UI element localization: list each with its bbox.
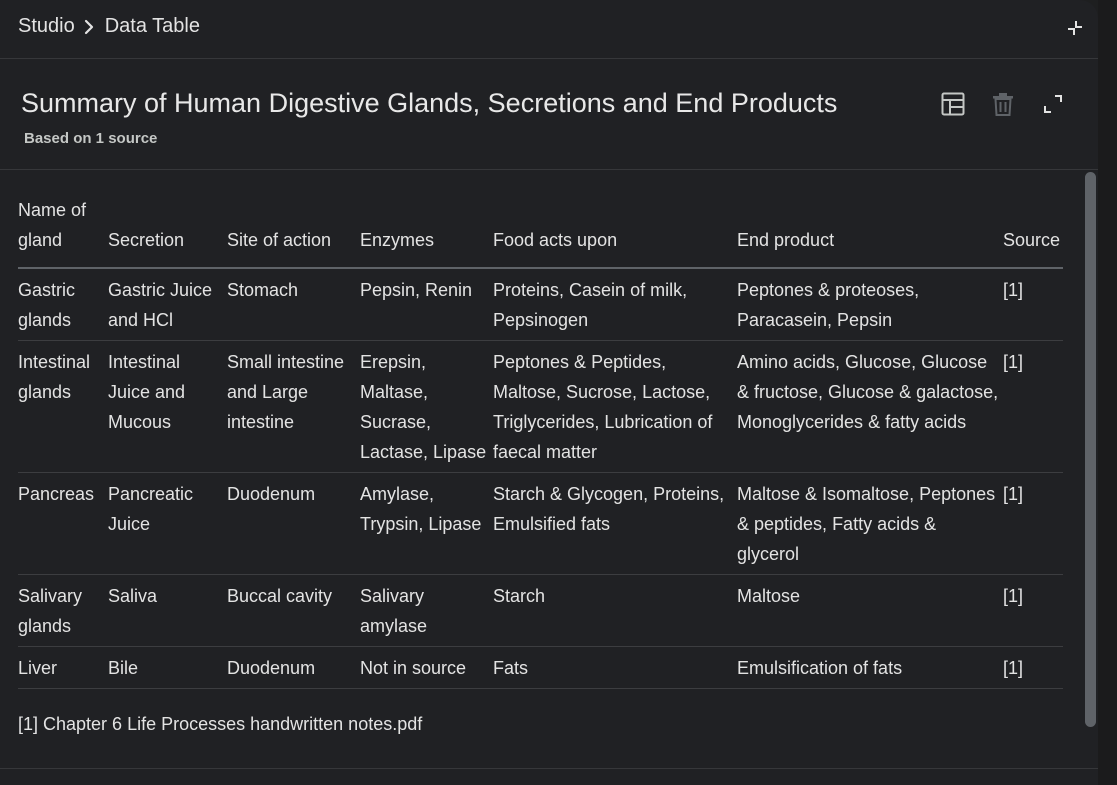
table-cell: Starch & Glycogen, Proteins, Emulsified … — [493, 472, 737, 575]
table-cell: Maltose — [737, 574, 1003, 647]
breadcrumb: Studio Data Table — [18, 15, 200, 38]
breadcrumb-data-table: Data Table — [104, 15, 200, 37]
source-footnote[interactable]: [1] Chapter 6 Life Processes handwritten… — [18, 714, 422, 735]
table-cell: Liver — [18, 646, 108, 689]
table-cell: Maltose & Isomaltose, Peptones & peptide… — [737, 472, 1003, 575]
table-cell: Saliva — [108, 574, 227, 647]
column-header-end-product: End product — [737, 195, 1003, 269]
table-cell: Stomach — [227, 268, 360, 341]
column-header-site: Site of action — [227, 195, 360, 269]
table-cell: Peptones & Peptides, Maltose, Sucrose, L… — [493, 340, 737, 473]
table-cell: Starch — [493, 574, 737, 647]
table-cell: Proteins, Casein of milk, Pepsinogen — [493, 268, 737, 341]
table-cell: Salivary amylase — [360, 574, 493, 647]
breadcrumb-studio[interactable]: Studio — [18, 15, 75, 38]
source-citation[interactable]: [1] — [1003, 268, 1063, 341]
divider — [0, 768, 1098, 769]
table-cell: Pancreas — [18, 472, 108, 575]
column-header-gland: Name of gland — [18, 195, 108, 269]
table-cell: Emulsification of fats — [737, 646, 1003, 689]
document-header: Summary of Human Digestive Glands, Secre… — [0, 59, 1098, 170]
collapse-icon[interactable] — [1064, 17, 1086, 39]
column-header-enzymes: Enzymes — [360, 195, 493, 269]
source-citation[interactable]: [1] — [1003, 574, 1063, 647]
source-citation[interactable]: [1] — [1003, 646, 1063, 689]
expand-icon[interactable] — [1040, 91, 1066, 117]
table-cell: Amino acids, Glucose, Glucose & fructose… — [737, 340, 1003, 473]
source-citation[interactable]: [1] — [1003, 472, 1063, 575]
chevron-right-icon — [75, 17, 105, 37]
table-row: Pancreas Pancreatic Juice Duodenum Amyla… — [18, 472, 1063, 575]
data-table: Name of gland Secretion Site of action E… — [18, 195, 1063, 689]
table-icon[interactable] — [940, 91, 966, 117]
column-header-source: Source — [1003, 195, 1063, 269]
table-cell: Gastric glands — [18, 268, 108, 341]
window-edge — [1098, 0, 1117, 785]
table-cell: Pancreatic Juice — [108, 472, 227, 575]
studio-panel: Studio Data Table Summary of Human Diges… — [0, 0, 1098, 785]
table-cell: Not in source — [360, 646, 493, 689]
table-header-row: Name of gland Secretion Site of action E… — [18, 195, 1063, 269]
app-window: Studio Data Table Summary of Human Diges… — [0, 0, 1117, 785]
panel-header: Studio Data Table — [0, 0, 1098, 59]
trash-icon[interactable] — [990, 91, 1016, 117]
table-cell: Gastric Juice and HCl — [108, 268, 227, 341]
table-cell: Small intestine and Large intestine — [227, 340, 360, 473]
table-cell: Pepsin, Renin — [360, 268, 493, 341]
table-row: Salivary glands Saliva Buccal cavity Sal… — [18, 574, 1063, 647]
page-title: Summary of Human Digestive Glands, Secre… — [21, 88, 838, 118]
table-row: Liver Bile Duodenum Not in source Fats E… — [18, 646, 1063, 689]
table-cell: Duodenum — [227, 472, 360, 575]
table-cell: Intestinal glands — [18, 340, 108, 473]
column-header-secretion: Secretion — [108, 195, 227, 269]
source-citation[interactable]: [1] — [1003, 340, 1063, 473]
column-header-food: Food acts upon — [493, 195, 737, 269]
table-cell: Salivary glands — [18, 574, 108, 647]
table-cell: Duodenum — [227, 646, 360, 689]
table-cell: Bile — [108, 646, 227, 689]
table-row: Gastric glands Gastric Juice and HCl Sto… — [18, 268, 1063, 341]
table-content: Name of gland Secretion Site of action E… — [0, 170, 1084, 768]
table-cell: Erepsin, Maltase, Sucrase, Lactase, Lipa… — [360, 340, 493, 473]
table-cell: Intestinal Juice and Mucous — [108, 340, 227, 473]
table-cell: Peptones & proteoses, Paracasein, Pepsin — [737, 268, 1003, 341]
table-cell: Buccal cavity — [227, 574, 360, 647]
vertical-scrollbar[interactable] — [1085, 172, 1096, 727]
table-cell: Fats — [493, 646, 737, 689]
table-cell: Amylase, Trypsin, Lipase — [360, 472, 493, 575]
source-count-label: Based on 1 source — [24, 130, 158, 147]
table-row: Intestinal glands Intestinal Juice and M… — [18, 340, 1063, 473]
